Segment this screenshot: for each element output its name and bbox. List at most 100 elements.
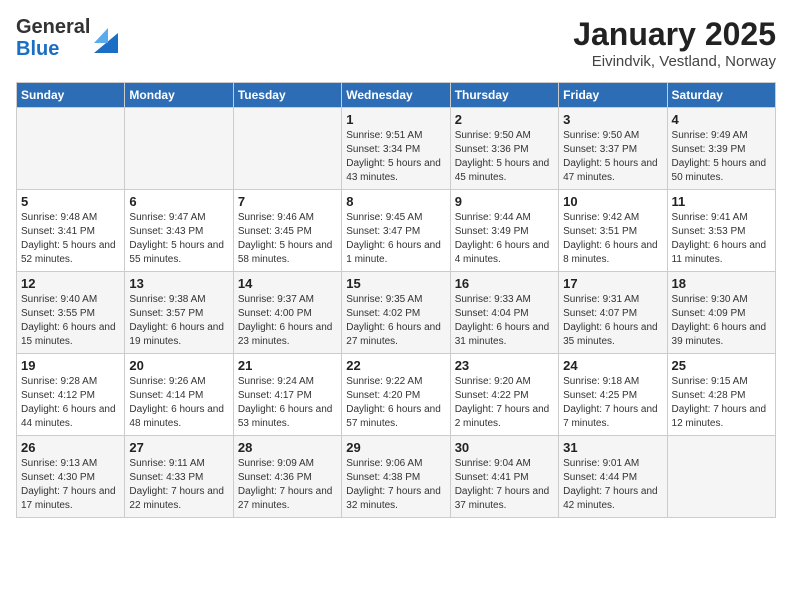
day-info: Sunrise: 9:45 AM Sunset: 3:47 PM Dayligh… — [346, 211, 445, 267]
day-info: Sunrise: 9:37 AM Sunset: 4:00 PM Dayligh… — [238, 293, 337, 349]
day-cell — [667, 436, 775, 518]
day-info: Sunrise: 9:15 AM Sunset: 4:28 PM Dayligh… — [672, 375, 771, 431]
day-number: 29 — [346, 440, 445, 455]
day-info: Sunrise: 9:42 AM Sunset: 3:51 PM Dayligh… — [563, 211, 662, 267]
week-row-3: 12 Sunrise: 9:40 AM Sunset: 3:55 PM Dayli… — [17, 272, 776, 354]
day-cell: 14 Sunrise: 9:37 AM Sunset: 4:00 PM Dayli… — [233, 272, 341, 354]
day-cell: 2 Sunrise: 9:50 AM Sunset: 3:36 PM Daylig… — [450, 108, 558, 190]
day-cell: 11 Sunrise: 9:41 AM Sunset: 3:53 PM Dayli… — [667, 190, 775, 272]
page-title: January 2025 — [573, 16, 776, 53]
day-info: Sunrise: 9:47 AM Sunset: 3:43 PM Dayligh… — [129, 211, 228, 267]
col-header-saturday: Saturday — [667, 83, 775, 108]
day-info: Sunrise: 9:13 AM Sunset: 4:30 PM Dayligh… — [21, 457, 120, 513]
day-info: Sunrise: 9:49 AM Sunset: 3:39 PM Dayligh… — [672, 129, 771, 185]
day-info: Sunrise: 9:18 AM Sunset: 4:25 PM Dayligh… — [563, 375, 662, 431]
col-header-thursday: Thursday — [450, 83, 558, 108]
day-number: 14 — [238, 276, 337, 291]
day-cell: 26 Sunrise: 9:13 AM Sunset: 4:30 PM Dayli… — [17, 436, 125, 518]
day-number: 5 — [21, 194, 120, 209]
day-cell: 31 Sunrise: 9:01 AM Sunset: 4:44 PM Dayli… — [559, 436, 667, 518]
day-cell: 6 Sunrise: 9:47 AM Sunset: 3:43 PM Daylig… — [125, 190, 233, 272]
day-info: Sunrise: 9:31 AM Sunset: 4:07 PM Dayligh… — [563, 293, 662, 349]
day-info: Sunrise: 9:46 AM Sunset: 3:45 PM Dayligh… — [238, 211, 337, 267]
day-number: 11 — [672, 194, 771, 209]
day-info: Sunrise: 9:38 AM Sunset: 3:57 PM Dayligh… — [129, 293, 228, 349]
day-cell: 15 Sunrise: 9:35 AM Sunset: 4:02 PM Dayli… — [342, 272, 450, 354]
day-info: Sunrise: 9:20 AM Sunset: 4:22 PM Dayligh… — [455, 375, 554, 431]
day-number: 12 — [21, 276, 120, 291]
day-number: 27 — [129, 440, 228, 455]
header-row: SundayMondayTuesdayWednesdayThursdayFrid… — [17, 83, 776, 108]
day-info: Sunrise: 9:24 AM Sunset: 4:17 PM Dayligh… — [238, 375, 337, 431]
day-cell: 7 Sunrise: 9:46 AM Sunset: 3:45 PM Daylig… — [233, 190, 341, 272]
day-cell: 12 Sunrise: 9:40 AM Sunset: 3:55 PM Dayli… — [17, 272, 125, 354]
day-info: Sunrise: 9:01 AM Sunset: 4:44 PM Dayligh… — [563, 457, 662, 513]
logo-text: General Blue — [16, 16, 90, 60]
logo-general: General — [16, 16, 90, 38]
page-subtitle: Eivindvik, Vestland, Norway — [573, 53, 776, 70]
day-cell: 5 Sunrise: 9:48 AM Sunset: 3:41 PM Daylig… — [17, 190, 125, 272]
day-info: Sunrise: 9:48 AM Sunset: 3:41 PM Dayligh… — [21, 211, 120, 267]
day-cell: 16Sunrise: 9:33 AM Sunset: 4:04 PM Dayli… — [450, 272, 558, 354]
day-info: Sunrise: 9:50 AM Sunset: 3:36 PM Dayligh… — [455, 129, 554, 185]
day-number: 23 — [455, 358, 554, 373]
day-number: 10 — [563, 194, 662, 209]
day-cell: 27 Sunrise: 9:11 AM Sunset: 4:33 PM Dayli… — [125, 436, 233, 518]
day-cell: 17 Sunrise: 9:31 AM Sunset: 4:07 PM Dayli… — [559, 272, 667, 354]
day-number: 28 — [238, 440, 337, 455]
day-number: 15 — [346, 276, 445, 291]
week-row-5: 26 Sunrise: 9:13 AM Sunset: 4:30 PM Dayli… — [17, 436, 776, 518]
week-row-2: 5 Sunrise: 9:48 AM Sunset: 3:41 PM Daylig… — [17, 190, 776, 272]
day-number: 7 — [238, 194, 337, 209]
day-number: 22 — [346, 358, 445, 373]
day-cell: 4 Sunrise: 9:49 AM Sunset: 3:39 PM Daylig… — [667, 108, 775, 190]
day-cell: 20 Sunrise: 9:26 AM Sunset: 4:14 PM Dayli… — [125, 354, 233, 436]
day-number: 6 — [129, 194, 228, 209]
day-cell: 21 Sunrise: 9:24 AM Sunset: 4:17 PM Dayli… — [233, 354, 341, 436]
day-number: 26 — [21, 440, 120, 455]
col-header-wednesday: Wednesday — [342, 83, 450, 108]
day-cell: 29 Sunrise: 9:06 AM Sunset: 4:38 PM Dayli… — [342, 436, 450, 518]
calendar-table: SundayMondayTuesdayWednesdayThursdayFrid… — [16, 82, 776, 518]
day-info: Sunrise: 9:06 AM Sunset: 4:38 PM Dayligh… — [346, 457, 445, 513]
day-info: Sunrise: 9:11 AM Sunset: 4:33 PM Dayligh… — [129, 457, 228, 513]
day-info: Sunrise: 9:26 AM Sunset: 4:14 PM Dayligh… — [129, 375, 228, 431]
day-info: Sunrise: 9:30 AM Sunset: 4:09 PM Dayligh… — [672, 293, 771, 349]
day-info: Sunrise: 9:35 AM Sunset: 4:02 PM Dayligh… — [346, 293, 445, 349]
day-info: Sunrise: 9:44 AM Sunset: 3:49 PM Dayligh… — [455, 211, 554, 267]
day-number: 21 — [238, 358, 337, 373]
logo-blue: Blue — [16, 38, 90, 60]
col-header-tuesday: Tuesday — [233, 83, 341, 108]
day-number: 20 — [129, 358, 228, 373]
day-cell: 13 Sunrise: 9:38 AM Sunset: 3:57 PM Dayli… — [125, 272, 233, 354]
day-cell: 18 Sunrise: 9:30 AM Sunset: 4:09 PM Dayli… — [667, 272, 775, 354]
day-cell: 19Sunrise: 9:28 AM Sunset: 4:12 PM Dayli… — [17, 354, 125, 436]
day-number: 16 — [455, 276, 554, 291]
day-number: 2 — [455, 112, 554, 127]
day-number: 18 — [672, 276, 771, 291]
day-info: Sunrise: 9:50 AM Sunset: 3:37 PM Dayligh… — [563, 129, 662, 185]
col-header-sunday: Sunday — [17, 83, 125, 108]
day-cell: 8Sunrise: 9:45 AM Sunset: 3:47 PM Daylig… — [342, 190, 450, 272]
day-cell: 22 Sunrise: 9:22 AM Sunset: 4:20 PM Dayli… — [342, 354, 450, 436]
title-block: January 2025 Eivindvik, Vestland, Norway — [573, 16, 776, 70]
day-cell: 24 Sunrise: 9:18 AM Sunset: 4:25 PM Dayli… — [559, 354, 667, 436]
day-number: 30 — [455, 440, 554, 455]
day-cell: 28Sunrise: 9:09 AM Sunset: 4:36 PM Dayli… — [233, 436, 341, 518]
day-info: Sunrise: 9:40 AM Sunset: 3:55 PM Dayligh… — [21, 293, 120, 349]
day-number: 31 — [563, 440, 662, 455]
day-info: Sunrise: 9:22 AM Sunset: 4:20 PM Dayligh… — [346, 375, 445, 431]
day-number: 13 — [129, 276, 228, 291]
week-row-1: 1Sunrise: 9:51 AM Sunset: 3:34 PM Daylig… — [17, 108, 776, 190]
day-cell: 25Sunrise: 9:15 AM Sunset: 4:28 PM Dayli… — [667, 354, 775, 436]
day-number: 24 — [563, 358, 662, 373]
day-number: 17 — [563, 276, 662, 291]
day-cell: 10 Sunrise: 9:42 AM Sunset: 3:51 PM Dayli… — [559, 190, 667, 272]
day-cell — [125, 108, 233, 190]
day-number: 19 — [21, 358, 120, 373]
day-number: 4 — [672, 112, 771, 127]
day-info: Sunrise: 9:41 AM Sunset: 3:53 PM Dayligh… — [672, 211, 771, 267]
day-cell: 9Sunrise: 9:44 AM Sunset: 3:49 PM Daylig… — [450, 190, 558, 272]
day-cell: 23 Sunrise: 9:20 AM Sunset: 4:22 PM Dayli… — [450, 354, 558, 436]
col-header-monday: Monday — [125, 83, 233, 108]
